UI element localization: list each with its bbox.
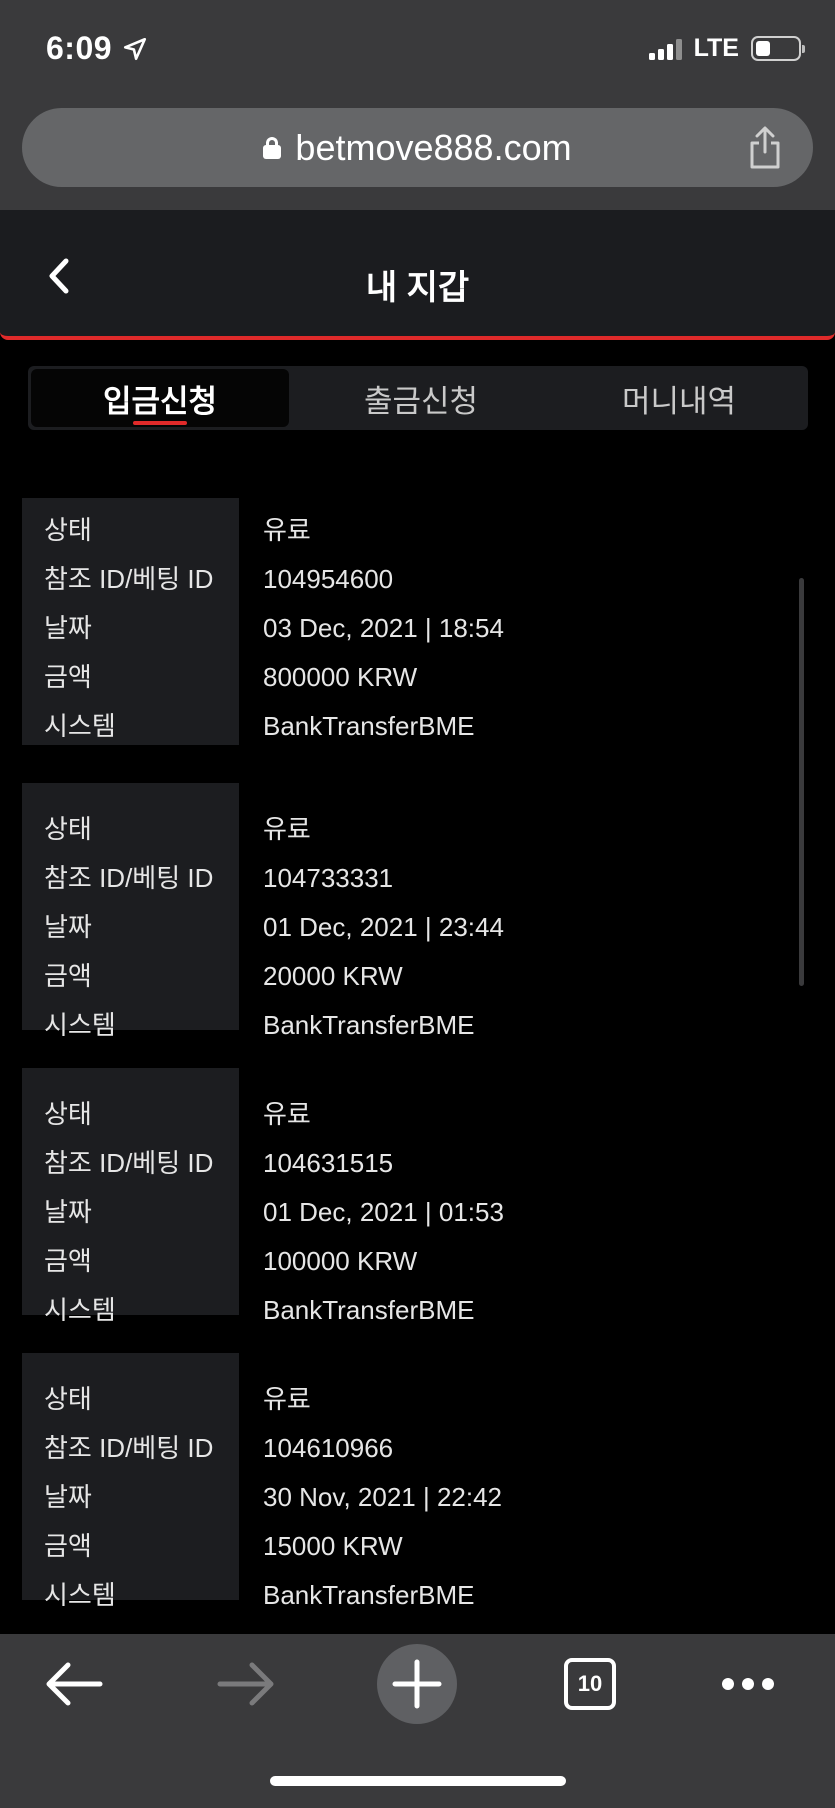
label-date: 날짜 xyxy=(44,1482,92,1512)
tab-label: 입금신청 xyxy=(102,383,218,419)
network-type: LTE xyxy=(693,34,739,62)
cellular-signal-icon xyxy=(648,38,682,60)
active-tab-indicator xyxy=(133,421,187,425)
record-labels: 상태 참조 ID/베팅 ID 날짜 금액 시스템 xyxy=(22,498,239,745)
share-icon[interactable] xyxy=(747,126,783,170)
more-options-button[interactable] xyxy=(716,1634,780,1734)
address-bar[interactable]: betmove888.com xyxy=(22,108,813,187)
back-arrow-icon xyxy=(46,1662,103,1706)
location-arrow-icon xyxy=(123,37,147,60)
status-indicators: LTE xyxy=(648,34,805,63)
label-status: 상태 xyxy=(44,814,92,844)
plus-icon xyxy=(392,1659,442,1709)
label-amount: 금액 xyxy=(44,961,92,991)
label-ref-id: 참조 ID/베팅 ID xyxy=(44,863,214,893)
url-text: betmove888.com xyxy=(295,126,572,168)
label-system: 시스템 xyxy=(44,1295,116,1325)
label-amount: 금액 xyxy=(44,1246,92,1276)
page-title: 내 지갑 xyxy=(365,269,470,307)
value-date: 03 Dec, 2021 | 18:54 xyxy=(263,613,504,643)
wallet-tabs: 입금신청 출금신청 머니내역 xyxy=(28,366,808,430)
scrollbar[interactable] xyxy=(799,578,804,986)
battery-icon xyxy=(751,36,805,61)
transaction-record: 상태 참조 ID/베팅 ID 날짜 금액 시스템 유료 104631515 01… xyxy=(22,1068,782,1325)
label-ref-id: 참조 ID/베팅 ID xyxy=(44,564,214,594)
value-ref-id: 104610966 xyxy=(263,1433,394,1463)
value-system: BankTransferBME xyxy=(263,711,475,741)
value-system: BankTransferBME xyxy=(263,1295,475,1325)
record-labels: 상태 참조 ID/베팅 ID 날짜 금액 시스템 xyxy=(22,1068,239,1325)
more-dots-icon xyxy=(722,1678,734,1690)
record-labels: 상태 참조 ID/베팅 ID 날짜 금액 시스템 xyxy=(22,1353,239,1610)
record-values: 유료 104733331 01 Dec, 2021 | 23:44 20000 … xyxy=(239,783,504,1040)
value-system: BankTransferBME xyxy=(263,1580,475,1610)
value-ref-id: 104733331 xyxy=(263,863,394,893)
tab-count: 10 xyxy=(564,1658,616,1710)
tab-label: 출금신청 xyxy=(363,383,479,419)
label-date: 날짜 xyxy=(44,912,92,942)
value-date: 30 Nov, 2021 | 22:42 xyxy=(263,1482,503,1512)
record-labels: 상태 참조 ID/베팅 ID 날짜 금액 시스템 xyxy=(22,783,239,1040)
tab-deposit-request[interactable]: 입금신청 xyxy=(31,369,289,427)
transaction-record: 상태 참조 ID/베팅 ID 날짜 금액 시스템 유료 104954600 03… xyxy=(22,498,782,745)
label-status: 상태 xyxy=(44,515,92,545)
value-status: 유료 xyxy=(263,1099,311,1129)
new-tab-button[interactable] xyxy=(377,1634,457,1734)
record-values: 유료 104610966 30 Nov, 2021 | 22:42 15000 … xyxy=(239,1353,503,1610)
status-time-text: 6:09 xyxy=(46,30,113,66)
label-date: 날짜 xyxy=(44,1197,92,1227)
value-amount: 20000 KRW xyxy=(263,961,403,991)
label-system: 시스템 xyxy=(44,711,116,741)
status-time: 6:09 xyxy=(46,30,148,67)
value-status: 유료 xyxy=(263,1384,311,1414)
lock-icon xyxy=(263,136,282,159)
value-amount: 800000 KRW xyxy=(263,662,418,692)
label-ref-id: 참조 ID/베팅 ID xyxy=(44,1148,214,1178)
value-system: BankTransferBME xyxy=(263,1010,475,1040)
value-amount: 15000 KRW xyxy=(263,1531,403,1561)
browser-bottom-toolbar: 10 xyxy=(0,1634,835,1808)
label-amount: 금액 xyxy=(44,662,92,692)
tab-label: 머니내역 xyxy=(621,383,737,419)
value-amount: 100000 KRW xyxy=(263,1246,418,1276)
value-date: 01 Dec, 2021 | 23:44 xyxy=(263,912,504,942)
record-values: 유료 104954600 03 Dec, 2021 | 18:54 800000… xyxy=(239,498,504,745)
record-values: 유료 104631515 01 Dec, 2021 | 01:53 100000… xyxy=(239,1068,504,1325)
value-date: 01 Dec, 2021 | 01:53 xyxy=(263,1197,504,1227)
label-status: 상태 xyxy=(44,1384,92,1414)
transaction-record: 상태 참조 ID/베팅 ID 날짜 금액 시스템 유료 104733331 01… xyxy=(22,783,782,1040)
label-date: 날짜 xyxy=(44,613,92,643)
tabs-overview-button[interactable]: 10 xyxy=(560,1634,620,1734)
transaction-list: 상태 참조 ID/베팅 ID 날짜 금액 시스템 유료 104954600 03… xyxy=(22,498,782,1638)
label-status: 상태 xyxy=(44,1099,92,1129)
value-ref-id: 104631515 xyxy=(263,1148,394,1178)
browser-top-chrome: 6:09 LTE betmove888.com xyxy=(0,0,835,210)
transaction-record: 상태 참조 ID/베팅 ID 날짜 금액 시스템 유료 104610966 30… xyxy=(22,1353,782,1610)
label-system: 시스템 xyxy=(44,1010,116,1040)
label-system: 시스템 xyxy=(44,1580,116,1610)
value-status: 유료 xyxy=(263,515,311,545)
app-header: 내 지갑 xyxy=(0,210,835,340)
browser-forward-button[interactable] xyxy=(206,1634,286,1734)
value-status: 유료 xyxy=(263,814,311,844)
label-ref-id: 참조 ID/베팅 ID xyxy=(44,1433,214,1463)
forward-arrow-icon xyxy=(217,1662,274,1706)
value-ref-id: 104954600 xyxy=(263,564,394,594)
tab-withdraw-request[interactable]: 출금신청 xyxy=(292,366,550,430)
tab-money-history[interactable]: 머니내역 xyxy=(550,366,808,430)
browser-back-button[interactable] xyxy=(34,1634,114,1734)
home-indicator[interactable] xyxy=(270,1776,566,1786)
label-amount: 금액 xyxy=(44,1531,92,1561)
